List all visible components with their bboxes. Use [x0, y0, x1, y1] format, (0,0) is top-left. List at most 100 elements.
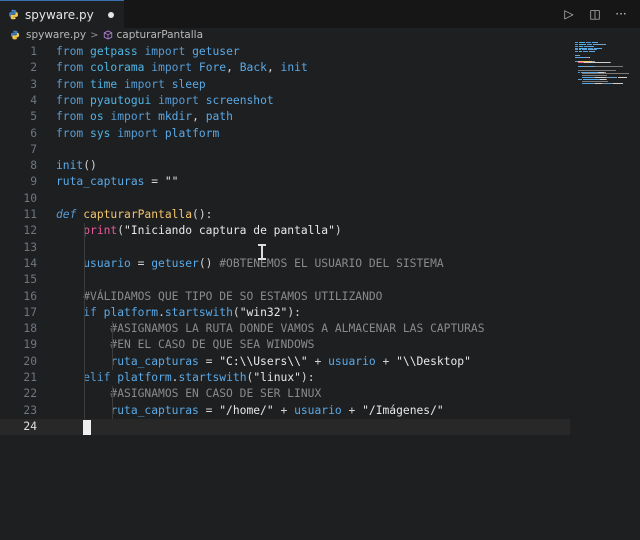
minimap-token [575, 43, 579, 45]
line-number: 16 [23, 289, 37, 303]
code-text: ruta_capturas = "C:\\Users\\" + usuario … [56, 354, 471, 370]
tab-spyware-py[interactable]: spyware.py [0, 0, 124, 28]
code-line[interactable]: 13 [0, 240, 570, 256]
minimap-token [588, 51, 596, 53]
run-button[interactable]: ▷ [558, 3, 580, 25]
line-number: 19 [23, 338, 37, 352]
code-line[interactable]: 12 print("Iniciando captura de pantalla"… [0, 223, 570, 239]
code-line[interactable]: 11 def capturarPantalla(): [0, 207, 570, 223]
code-line[interactable]: 16 #VÁLIDAMOS QUE TIPO DE SO ESTAMOS UTI… [0, 289, 570, 305]
breadcrumb: spyware.py > capturarPantalla [0, 28, 640, 42]
split-editor-button[interactable]: ◫ [584, 3, 606, 25]
minimap-token [575, 47, 579, 49]
minimap-token [583, 45, 589, 47]
code-editor[interactable]: 1 from getpass import getuser 2 from colora… [0, 42, 640, 540]
code-line[interactable]: 3 from time import sleep [0, 77, 570, 93]
code-text: usuario = getuser() #OBTENEMOS EL USUARI… [56, 256, 443, 272]
token-plain: + [273, 403, 295, 417]
indent-guide [112, 386, 113, 419]
token-kw: import [144, 45, 186, 58]
code-line[interactable]: 23 ruta_capturas = "/home/" + usuario + … [0, 403, 570, 419]
token-plain: = [198, 403, 220, 417]
minimap-token [603, 71, 606, 73]
token-bi: print [83, 224, 118, 238]
code-line[interactable]: 9 ruta_capturas = "" [0, 174, 570, 190]
token-str: "linux" [253, 371, 301, 384]
token-ident: init [280, 61, 308, 75]
code-line[interactable]: 17 if platform.startswith("win32"): [0, 305, 570, 321]
indent-guide [112, 321, 113, 370]
code-line[interactable]: 19 #EN EL CASO DE QUE SEA WINDOWS [0, 337, 570, 353]
line-number: 4 [30, 93, 37, 107]
minimap[interactable] [575, 42, 635, 88]
more-actions-button[interactable]: ··· [610, 3, 632, 25]
code-line[interactable]: 20 ruta_capturas = "C:\\Users\\" + usuar… [0, 354, 570, 370]
code-line[interactable]: 1 from getpass import getuser [0, 44, 570, 60]
code-line[interactable]: 22 #ASIGNAMOS EN CASO DE SER LINUX [0, 386, 570, 402]
minimap-token [587, 47, 593, 49]
line-number: 1 [30, 45, 37, 58]
token-kw: import [151, 61, 193, 75]
line-number: 14 [23, 256, 37, 270]
minimap-token [590, 79, 599, 80]
minimap-token [583, 62, 610, 64]
token-plain: ) [334, 224, 342, 238]
code-line[interactable]: 5 from os import mkdir, path [0, 109, 570, 125]
breadcrumb-symbol[interactable]: capturarPantalla [117, 29, 203, 41]
token-ident: path [205, 110, 233, 124]
token-plain: , [192, 110, 206, 124]
line-number: 15 [23, 273, 37, 287]
line-number: 10 [23, 191, 37, 205]
code-line[interactable]: 18 #ASIGNAMOS LA RUTA DONDE VAMOS A ALMA… [0, 321, 570, 337]
token-str: "C:\\Users\\" [219, 354, 308, 368]
minimap-token [588, 71, 598, 73]
code-line[interactable]: 7 [0, 142, 570, 158]
minimap-token [579, 45, 583, 47]
token-ident: platform [103, 305, 159, 319]
unsaved-dot-icon[interactable] [107, 11, 114, 18]
line-number: 20 [23, 354, 37, 368]
code-text: print("Iniciando captura de pantalla") [56, 223, 342, 239]
token-plain: , [226, 61, 240, 75]
token-kw: import [158, 93, 199, 107]
minimap-token [593, 47, 603, 49]
code-text: from pyautogui import screenshot [56, 93, 274, 109]
minimap-token [595, 66, 624, 68]
token-ident: ruta_capturas [110, 403, 199, 417]
code-line[interactable]: 14 usuario = getuser() #OBTENEMOS EL USU… [0, 256, 570, 272]
code-text: ruta_capturas = "" [56, 174, 178, 190]
minimap-token [579, 43, 587, 45]
code-line[interactable]: 10 [0, 191, 570, 207]
minimap-token [575, 42, 579, 43]
minimap-token [581, 80, 609, 82]
code-line[interactable]: 8 init() [0, 158, 570, 174]
code-line[interactable]: 6 from sys import platform [0, 126, 570, 142]
code-line[interactable]: 2 from colorama import Fore, Back, init [0, 60, 570, 76]
cube-icon [103, 30, 113, 40]
token-ident: ruta_capturas [56, 175, 145, 189]
code-text: ruta_capturas = "/home/" + usuario + "/I… [56, 403, 443, 419]
code-line[interactable]: 21 elif platform.startswith("linux"): [0, 370, 570, 386]
minimap-token [609, 62, 611, 64]
code-text: from sys import platform [56, 126, 219, 142]
token-ident: usuario [328, 354, 376, 368]
minimap-token [581, 73, 629, 75]
code-line[interactable]: 4 from pyautogui import screenshot [0, 93, 570, 109]
minimap-token [613, 82, 624, 84]
token-mod: time [90, 77, 118, 91]
editor-window: spyware.py ▷ ◫ ··· spyware.py > capturarPa… [0, 0, 640, 540]
token-str: "\\Desktop" [396, 354, 471, 368]
line-number: 11 [23, 208, 37, 221]
code-line[interactable]: 15 [0, 272, 570, 288]
token-plain: . [158, 305, 165, 319]
token-kw: from [56, 93, 84, 107]
line-number: 3 [30, 77, 37, 91]
token-ident: getuser [192, 45, 240, 58]
token-fn: capturarPantalla [83, 208, 193, 221]
breadcrumb-file[interactable]: spyware.py [26, 29, 86, 41]
token-ident: mkdir [158, 110, 193, 124]
minimap-token [575, 56, 587, 58]
